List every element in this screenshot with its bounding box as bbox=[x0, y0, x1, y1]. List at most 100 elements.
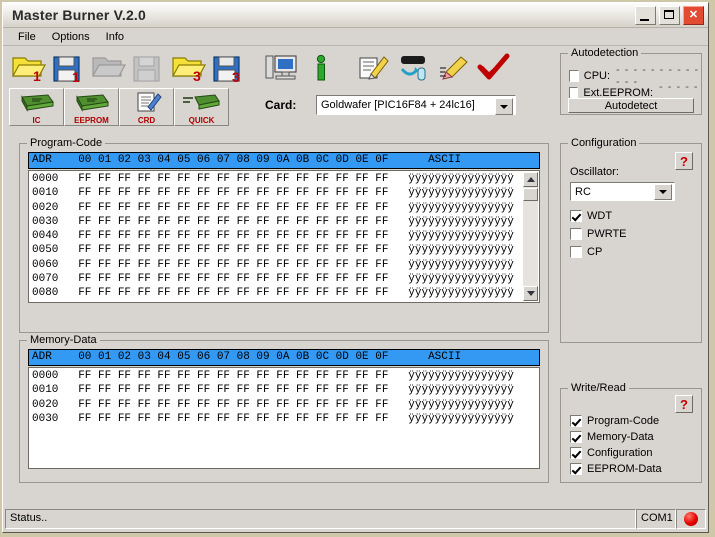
memory-data-group: Memory-Data ADR 00 01 02 03 04 05 06 07 … bbox=[19, 334, 549, 483]
config-wdt-label: WDT bbox=[587, 210, 613, 222]
write-read-option-program-code: Program-Code bbox=[570, 415, 659, 427]
write-read-group: Write/Read ? Program-Code Memory-Data Co… bbox=[560, 382, 702, 483]
config-option-pwrte: PWRTE bbox=[570, 228, 627, 240]
card-type-tabs: IC EEPROM CRD QUICK bbox=[9, 88, 229, 126]
window-title: Master Burner V.2.0 bbox=[12, 7, 147, 23]
write-read-memory-data-label: Memory-Data bbox=[587, 431, 654, 443]
configuration-caption: Configuration bbox=[568, 137, 640, 149]
svg-text:3: 3 bbox=[232, 69, 240, 85]
program-code-scrollbar[interactable] bbox=[523, 172, 538, 301]
card-label: Card: bbox=[265, 98, 297, 112]
maximize-button[interactable] bbox=[659, 6, 680, 25]
write-read-program-code-checkbox[interactable] bbox=[570, 415, 582, 427]
table-row: 0070 FF FF FF FF FF FF FF FF FF FF FF FF… bbox=[32, 273, 514, 286]
config-pwrte-label: PWRTE bbox=[587, 228, 627, 240]
scroll-up-icon[interactable] bbox=[523, 172, 538, 187]
info-button[interactable] bbox=[301, 48, 341, 86]
table-row: 0060 FF FF FF FF FF FF FF FF FF FF FF FF… bbox=[32, 258, 514, 271]
autodetection-group: Autodetection CPU: - - - - - - - - - - -… bbox=[560, 47, 702, 115]
memory-data-header: ADR 00 01 02 03 04 05 06 07 08 09 0A 0B … bbox=[28, 349, 540, 366]
minimize-button[interactable] bbox=[635, 6, 656, 25]
table-row: 0010 FF FF FF FF FF FF FF FF FF FF FF FF… bbox=[32, 187, 514, 200]
status-bar: Status.. COM1 bbox=[5, 509, 706, 529]
chevron-down-icon[interactable] bbox=[654, 184, 672, 200]
menu-item-options[interactable]: Options bbox=[44, 30, 98, 44]
table-row: 0080 FF FF FF FF FF FF FF FF FF FF FF FF… bbox=[32, 287, 514, 300]
card-select[interactable]: Goldwafer [PIC16F84 + 24lc16] bbox=[316, 95, 516, 115]
config-option-cp: CP bbox=[570, 246, 602, 258]
oscillator-select[interactable]: RC bbox=[570, 182, 675, 201]
save-file-disabled-button bbox=[129, 48, 169, 86]
write-read-memory-data-checkbox[interactable] bbox=[570, 431, 582, 443]
card-tab-crd[interactable]: CRD bbox=[119, 88, 174, 126]
save-program-file-1-button[interactable]: 1 bbox=[49, 48, 89, 86]
card-tab-quick-label: QUICK bbox=[188, 116, 215, 125]
card-tab-ic-label: IC bbox=[32, 116, 41, 125]
status-port: COM1 bbox=[636, 509, 676, 529]
write-read-configuration-checkbox[interactable] bbox=[570, 447, 582, 459]
configuration-help-button[interactable]: ? bbox=[675, 152, 693, 170]
save-file-3-button[interactable]: 3 bbox=[209, 48, 249, 86]
memory-data-hex-view[interactable]: 0000 FF FF FF FF FF FF FF FF FF FF FF FF… bbox=[28, 367, 540, 469]
verify-card-button[interactable] bbox=[473, 48, 513, 86]
write-read-eeprom-data-checkbox[interactable] bbox=[570, 463, 582, 475]
card-tab-eeprom[interactable]: EEPROM bbox=[64, 88, 119, 126]
autodetect-button[interactable]: Autodetect bbox=[568, 98, 694, 113]
menu-bar: File Options Info bbox=[3, 28, 708, 46]
scrollbar-thumb[interactable] bbox=[523, 188, 538, 201]
program-code-header: ADR 00 01 02 03 04 05 06 07 08 09 0A 0B … bbox=[28, 152, 540, 169]
write-read-configuration-label: Configuration bbox=[587, 447, 653, 459]
table-row: 0000 FF FF FF FF FF FF FF FF FF FF FF FF… bbox=[32, 370, 514, 382]
open-file-disabled-button bbox=[89, 48, 129, 86]
erase-card-button[interactable] bbox=[433, 48, 473, 86]
close-button[interactable]: ✕ bbox=[683, 6, 704, 25]
program-code-group: Program-Code ADR 00 01 02 03 04 05 06 07… bbox=[19, 137, 549, 333]
svg-text:3: 3 bbox=[193, 68, 201, 84]
status-text: Status.. bbox=[5, 509, 636, 529]
oscillator-value: RC bbox=[575, 186, 591, 198]
computer-settings-button[interactable] bbox=[261, 48, 301, 86]
read-card-button[interactable] bbox=[393, 48, 433, 86]
table-row: 0020 FF FF FF FF FF FF FF FF FF FF FF FF… bbox=[32, 398, 514, 411]
program-code-rows: 0000 FF FF FF FF FF FF FF FF FF FF FF FF… bbox=[29, 172, 514, 301]
config-pwrte-checkbox[interactable] bbox=[570, 228, 582, 240]
menu-item-info[interactable]: Info bbox=[98, 30, 132, 44]
table-row: 0020 FF FF FF FF FF FF FF FF FF FF FF FF… bbox=[32, 201, 514, 214]
oscillator-label: Oscillator: bbox=[570, 166, 619, 178]
write-read-option-configuration: Configuration bbox=[570, 447, 652, 459]
svg-text:1: 1 bbox=[72, 69, 80, 85]
open-file-3-button[interactable]: 3 bbox=[169, 48, 209, 86]
status-led-cell bbox=[676, 509, 706, 529]
config-cp-checkbox[interactable] bbox=[570, 246, 582, 258]
program-code-hex-view[interactable]: 0000 FF FF FF FF FF FF FF FF FF FF FF FF… bbox=[28, 170, 540, 303]
scroll-down-icon[interactable] bbox=[523, 286, 538, 301]
configuration-group: Configuration ? Oscillator: RC WDT PWRTE… bbox=[560, 137, 702, 343]
config-cp-label: CP bbox=[587, 246, 603, 258]
table-row: 0040 FF FF FF FF FF FF FF FF FF FF FF FF… bbox=[32, 230, 514, 243]
write-card-button[interactable] bbox=[353, 48, 393, 86]
title-bar: Master Burner V.2.0 ✕ bbox=[3, 3, 708, 28]
program-code-caption: Program-Code bbox=[27, 137, 106, 149]
autodetection-caption: Autodetection bbox=[568, 47, 642, 59]
config-option-wdt: WDT bbox=[570, 210, 612, 222]
write-read-help-button[interactable]: ? bbox=[675, 395, 693, 413]
connection-led-icon bbox=[684, 512, 698, 526]
table-row: 0030 FF FF FF FF FF FF FF FF FF FF FF FF… bbox=[32, 215, 514, 228]
write-read-eeprom-data-label: EEPROM-Data bbox=[587, 463, 662, 475]
write-read-program-code-label: Program-Code bbox=[587, 415, 660, 427]
card-tab-quick[interactable]: QUICK bbox=[174, 88, 229, 126]
table-row: 0030 FF FF FF FF FF FF FF FF FF FF FF FF… bbox=[32, 412, 514, 425]
table-row: 0050 FF FF FF FF FF FF FF FF FF FF FF FF… bbox=[32, 244, 514, 257]
chevron-down-icon[interactable] bbox=[495, 98, 513, 115]
config-wdt-checkbox[interactable] bbox=[570, 210, 582, 222]
memory-data-rows: 0000 FF FF FF FF FF FF FF FF FF FF FF FF… bbox=[29, 369, 514, 426]
table-row: 0010 FF FF FF FF FF FF FF FF FF FF FF FF… bbox=[32, 384, 514, 397]
app-window: Master Burner V.2.0 ✕ File Options Info … bbox=[2, 2, 709, 533]
window-controls: ✕ bbox=[635, 6, 704, 25]
card-tab-crd-label: CRD bbox=[137, 116, 156, 125]
card-tab-ic[interactable]: IC bbox=[9, 88, 64, 126]
close-icon: ✕ bbox=[688, 9, 699, 21]
memory-data-caption: Memory-Data bbox=[27, 334, 100, 346]
open-program-file-1-button[interactable]: 1 bbox=[9, 48, 49, 86]
menu-item-file[interactable]: File bbox=[10, 30, 44, 44]
